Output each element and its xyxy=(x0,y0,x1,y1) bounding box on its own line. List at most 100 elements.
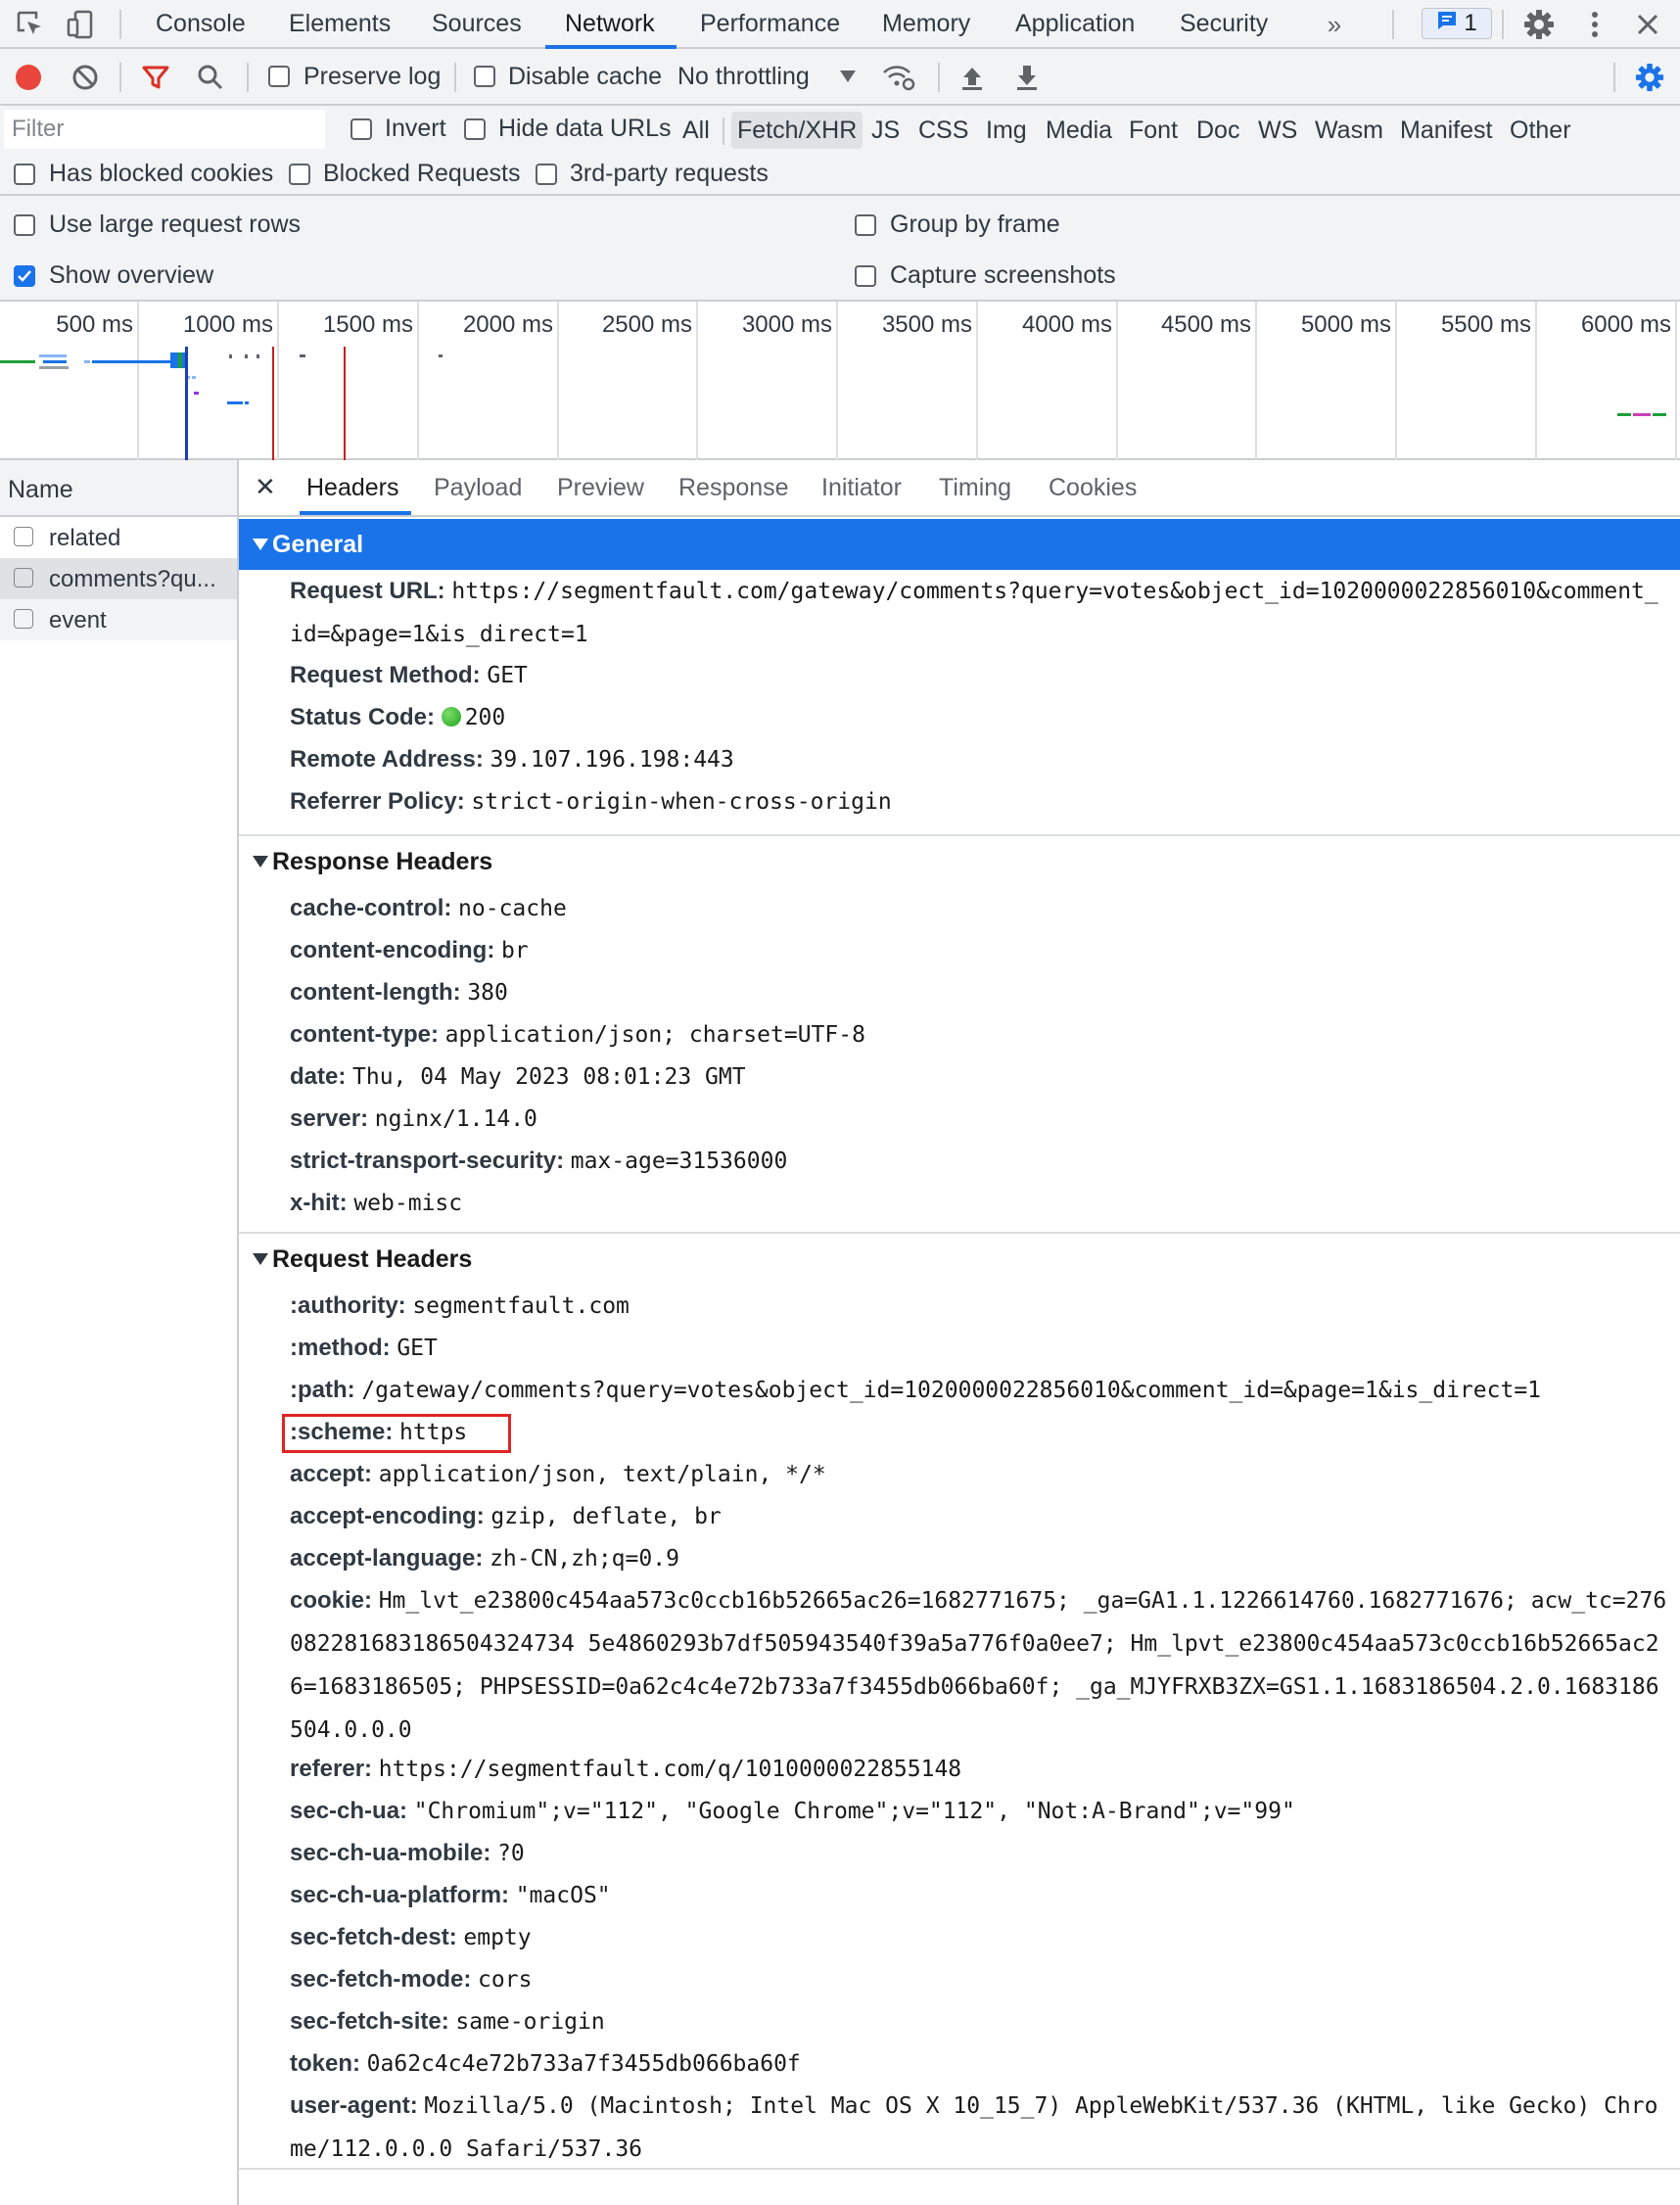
tab-timing[interactable]: Timing xyxy=(939,474,1011,502)
type-filter-ws[interactable]: WS xyxy=(1258,112,1297,149)
header-key: accept: xyxy=(290,1461,373,1487)
type-filter-media[interactable]: Media xyxy=(1046,112,1112,149)
type-filter-font[interactable]: Font xyxy=(1129,112,1178,149)
show-overview-checkbox[interactable] xyxy=(14,265,35,287)
blocked-requests-checkbox[interactable] xyxy=(289,164,310,185)
tab-memory[interactable]: Memory xyxy=(882,0,970,47)
network-toolbar: Preserve log Disable cache No throttling xyxy=(0,49,1680,106)
tab-console[interactable]: Console xyxy=(156,0,246,47)
type-filter-fetch-xhr[interactable]: Fetch/XHR xyxy=(731,112,863,149)
request-checkbox[interactable] xyxy=(14,568,33,587)
header-key: sec-fetch-mode: xyxy=(290,1966,472,1993)
export-har-icon[interactable] xyxy=(1012,61,1042,94)
tab-response[interactable]: Response xyxy=(678,474,789,502)
tab-headers[interactable]: Headers xyxy=(306,474,399,502)
more-tabs-icon[interactable]: » xyxy=(1322,10,1347,39)
network-settings-icon[interactable] xyxy=(1633,61,1666,94)
request-row[interactable]: related xyxy=(0,517,237,558)
header-key: token: xyxy=(290,2050,360,2077)
use-large-rows-checkbox[interactable] xyxy=(14,214,35,236)
header-row: server: nginx/1.14.0 xyxy=(290,1098,1670,1141)
tab-elements[interactable]: Elements xyxy=(289,0,391,47)
message-icon xyxy=(1436,10,1458,38)
request-checkbox[interactable] xyxy=(14,609,33,629)
filter-input[interactable] xyxy=(4,110,325,149)
tab-sources[interactable]: Sources xyxy=(432,0,522,47)
type-filter-js[interactable]: JS xyxy=(871,112,900,149)
dropdown-arrow-icon[interactable] xyxy=(838,67,858,86)
request-name: event xyxy=(49,607,107,633)
network-settings-pane: Use large request rows Show overview Gro… xyxy=(0,196,1680,302)
header-key: :path: xyxy=(290,1377,355,1403)
header-row: accept-encoding: gzip, deflate, br xyxy=(290,1495,1670,1538)
group-by-frame-checkbox[interactable] xyxy=(855,214,876,236)
record-button-icon[interactable] xyxy=(14,63,43,92)
type-filter-manifest[interactable]: Manifest xyxy=(1400,112,1492,149)
name-column-header[interactable]: Name xyxy=(0,460,237,517)
request-headers-title: Request Headers xyxy=(272,1245,473,1273)
header-value: Mozilla/5.0 (Macintosh; Intel Mac OS X 1… xyxy=(290,2093,1658,2162)
issues-count: 1 xyxy=(1464,10,1477,36)
inspect-element-icon[interactable] xyxy=(14,8,47,41)
clear-icon[interactable] xyxy=(70,63,100,92)
header-value: "macOS" xyxy=(515,1883,611,1908)
header-value: cors xyxy=(478,1967,533,1993)
header-row: accept: application/json, text/plain, */… xyxy=(290,1453,1670,1496)
show-overview-label: Show overview xyxy=(49,261,214,289)
invert-label: Invert xyxy=(385,115,446,142)
settings-gear-icon[interactable] xyxy=(1521,7,1557,42)
type-filter-wasm[interactable]: Wasm xyxy=(1315,112,1383,149)
hide-data-urls-checkbox[interactable] xyxy=(464,118,486,140)
header-value: application/json, text/plain, */* xyxy=(378,1462,826,1487)
group-by-frame-label: Group by frame xyxy=(890,211,1060,238)
tab-initiator[interactable]: Initiator xyxy=(821,474,902,502)
header-row: content-length: 380 xyxy=(290,971,1670,1014)
device-toolbar-icon[interactable] xyxy=(65,8,98,41)
detail-tab-bar: ✕ Headers Payload Preview Response Initi… xyxy=(239,460,1680,517)
toolbar-separator xyxy=(938,63,940,92)
disable-cache-checkbox[interactable] xyxy=(474,66,495,87)
tab-payload[interactable]: Payload xyxy=(434,474,522,502)
request-checkbox[interactable] xyxy=(14,527,33,546)
close-devtools-icon[interactable] xyxy=(1631,8,1664,41)
preserve-log-checkbox[interactable] xyxy=(268,66,290,87)
tab-preview[interactable]: Preview xyxy=(557,474,644,502)
type-filter-other[interactable]: Other xyxy=(1510,112,1571,149)
has-blocked-cookies-checkbox[interactable] xyxy=(14,164,35,185)
checkmark-icon xyxy=(18,270,31,282)
response-headers-section-header[interactable]: Response Headers xyxy=(239,836,1680,887)
tab-security[interactable]: Security xyxy=(1180,0,1268,47)
network-conditions-icon[interactable] xyxy=(881,61,916,94)
header-key: :method: xyxy=(290,1335,391,1361)
request-headers-section-header[interactable]: Request Headers xyxy=(239,1234,1680,1285)
collapse-triangle-icon xyxy=(253,539,268,550)
request-row-selected[interactable]: comments?qu... xyxy=(0,558,237,599)
general-section-header[interactable]: General xyxy=(239,519,1680,570)
type-filter-all[interactable]: All xyxy=(682,112,710,149)
tab-network[interactable]: Network xyxy=(565,0,655,47)
more-options-icon[interactable] xyxy=(1578,8,1611,41)
general-row-remote-address: Remote Address: 39.107.196.198:443 xyxy=(290,738,1670,781)
active-detail-tab-indicator xyxy=(300,511,411,515)
network-overview-timeline[interactable]: 500 ms 1000 ms 1500 ms 2000 ms 2500 ms 3… xyxy=(0,302,1680,460)
type-filter-img[interactable]: Img xyxy=(986,112,1027,149)
issues-badge[interactable]: 1 xyxy=(1422,8,1492,39)
request-row[interactable]: event xyxy=(0,599,237,640)
throttling-select[interactable]: No throttling xyxy=(677,63,810,91)
type-filter-doc[interactable]: Doc xyxy=(1196,112,1239,149)
import-har-icon[interactable] xyxy=(957,61,987,94)
search-icon[interactable] xyxy=(196,63,225,92)
type-filter-css[interactable]: CSS xyxy=(918,112,968,149)
tab-cookies[interactable]: Cookies xyxy=(1049,474,1137,502)
invert-checkbox[interactable] xyxy=(350,118,372,140)
capture-screenshots-checkbox[interactable] xyxy=(855,265,876,287)
header-value: GET xyxy=(397,1336,438,1361)
tab-application[interactable]: Application xyxy=(1015,0,1135,47)
filter-funnel-icon[interactable] xyxy=(141,63,170,92)
tab-performance[interactable]: Performance xyxy=(700,0,840,47)
third-party-requests-checkbox[interactable] xyxy=(536,164,557,185)
header-row: :path: /gateway/comments?query=votes&obj… xyxy=(290,1369,1670,1412)
scheme-highlight-box xyxy=(282,1414,511,1453)
close-detail-icon[interactable]: ✕ xyxy=(255,472,276,502)
header-value: 200 xyxy=(464,705,506,730)
